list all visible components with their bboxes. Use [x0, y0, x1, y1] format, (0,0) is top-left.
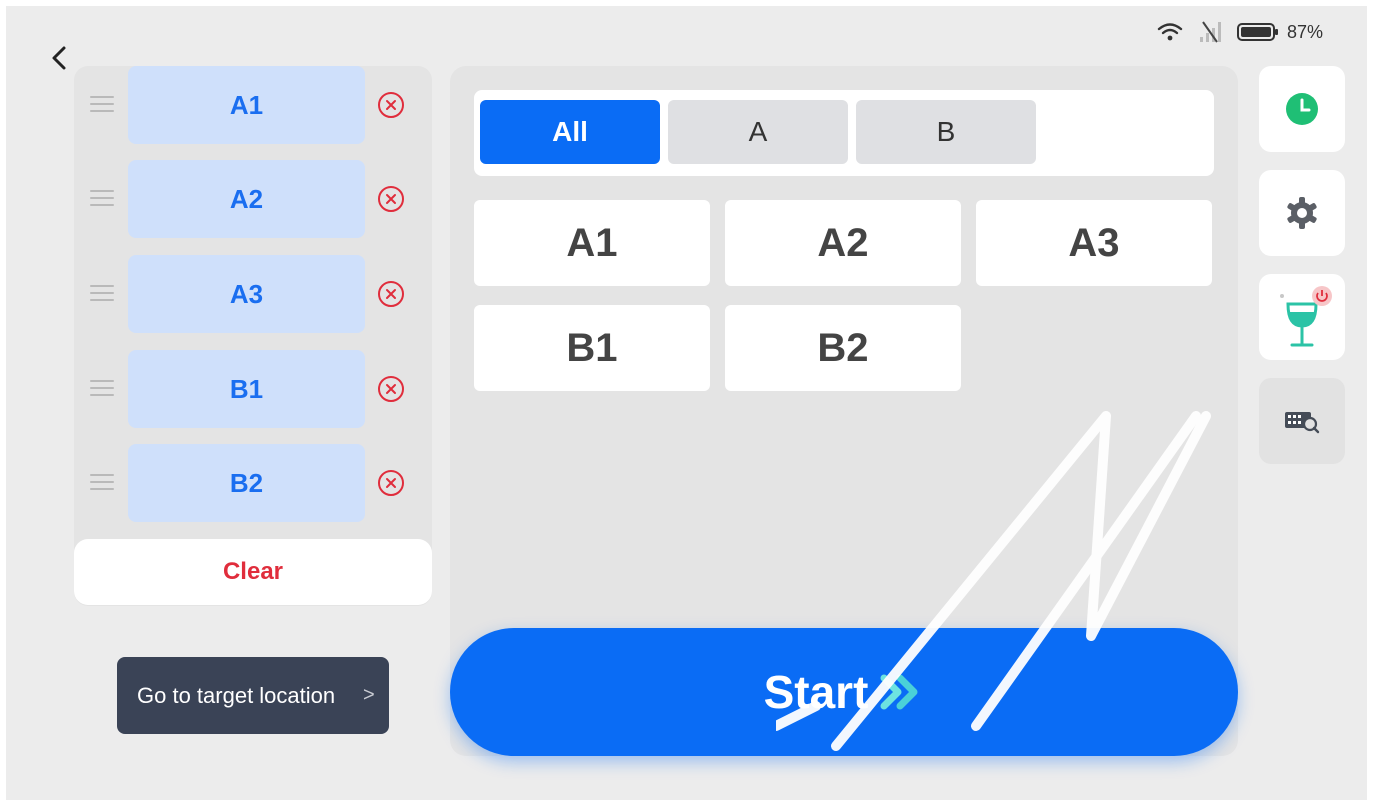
keyboard-search-button[interactable]: [1259, 378, 1345, 464]
start-button[interactable]: Start: [450, 628, 1238, 756]
go-to-target-button[interactable]: Go to target location >: [117, 657, 389, 734]
list-item: A1: [74, 66, 432, 144]
keyboard-search-icon: [1285, 412, 1320, 434]
tab-all[interactable]: All: [480, 100, 660, 164]
status-bar: 87%: [1157, 20, 1323, 44]
selected-location-chip[interactable]: A1: [128, 66, 365, 144]
drag-handle-icon[interactable]: [90, 285, 114, 306]
gear-icon: [1287, 197, 1317, 229]
selected-location-chip[interactable]: A3: [128, 255, 365, 333]
tab-a[interactable]: A: [668, 100, 848, 164]
settings-button[interactable]: [1259, 170, 1345, 256]
drag-handle-icon[interactable]: [90, 380, 114, 401]
battery-percent: 87%: [1286, 21, 1323, 42]
go-to-target-label: Go to target location: [137, 682, 336, 708]
power-icon: [1312, 286, 1332, 306]
clock-icon: [1286, 93, 1318, 125]
drag-handle-icon[interactable]: [90, 96, 114, 117]
remove-icon[interactable]: [376, 90, 406, 120]
selected-location-chip[interactable]: B2: [128, 444, 365, 522]
filter-tab-bar: All A B: [474, 90, 1214, 176]
app-screen: 87% A1 A2 A3 B1 B2 Clear Go to target lo…: [6, 6, 1367, 800]
list-item: A3: [74, 255, 432, 333]
remove-icon[interactable]: [376, 468, 406, 498]
drag-handle-icon[interactable]: [90, 474, 114, 495]
list-item: B1: [74, 350, 432, 428]
list-item: B2: [74, 444, 432, 522]
battery-indicator: 87%: [1236, 21, 1323, 43]
location-card-b1[interactable]: B1: [474, 305, 710, 391]
drag-handle-icon[interactable]: [90, 190, 114, 211]
location-card-b2[interactable]: B2: [725, 305, 961, 391]
double-chevron-right-icon: [880, 674, 918, 710]
selected-locations-panel: A1 A2 A3 B1 B2: [74, 66, 432, 606]
no-signal-icon: [1199, 21, 1221, 43]
wifi-icon: [1157, 23, 1183, 41]
back-arrow-icon[interactable]: [46, 44, 74, 72]
tab-b[interactable]: B: [856, 100, 1036, 164]
battery-icon: [1236, 23, 1278, 41]
glass-mode-button[interactable]: [1259, 274, 1345, 360]
selected-location-chip[interactable]: B1: [128, 350, 365, 428]
remove-icon[interactable]: [376, 374, 406, 404]
wine-glass-icon: [1280, 286, 1332, 347]
chevron-right-icon: >: [363, 684, 375, 706]
history-button[interactable]: [1259, 66, 1345, 152]
location-card-a2[interactable]: A2: [725, 200, 961, 286]
location-card-a1[interactable]: A1: [474, 200, 710, 286]
list-item: A2: [74, 160, 432, 238]
remove-icon[interactable]: [376, 279, 406, 309]
clear-button[interactable]: Clear: [74, 539, 432, 605]
selected-location-chip[interactable]: A2: [128, 160, 365, 238]
start-button-label: Start: [763, 666, 869, 718]
location-card-a3[interactable]: A3: [976, 200, 1212, 286]
remove-icon[interactable]: [376, 184, 406, 214]
